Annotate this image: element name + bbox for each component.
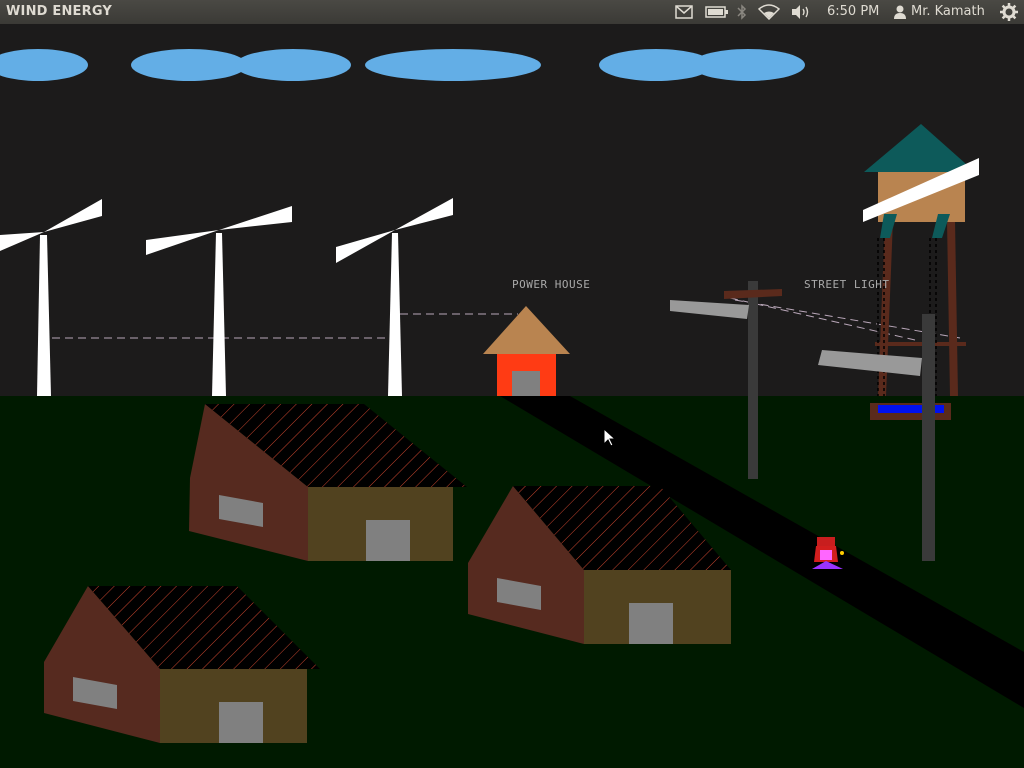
- battery-icon[interactable]: [704, 0, 730, 24]
- wifi-icon[interactable]: [757, 0, 781, 24]
- user-icon[interactable]: [892, 0, 908, 24]
- cloud: [691, 49, 805, 81]
- clock-label[interactable]: 6:50 PM: [827, 4, 879, 19]
- power-house-label: POWER HOUSE: [512, 278, 591, 291]
- bluetooth-icon[interactable]: [734, 0, 750, 24]
- mail-icon[interactable]: [673, 0, 695, 24]
- cloud: [365, 49, 541, 81]
- user-name-label[interactable]: Mr. Kamath: [911, 4, 985, 19]
- wind-energy-scene: [0, 24, 1024, 768]
- top-panel: WIND ENERGY 6:50 PM Mr. Kamath: [0, 0, 1024, 24]
- cloud: [131, 49, 247, 81]
- volume-icon[interactable]: [789, 0, 813, 24]
- gear-icon[interactable]: [999, 0, 1019, 24]
- window-title: WIND ENERGY: [6, 4, 113, 19]
- street-light-label: STREET LIGHT: [804, 278, 890, 291]
- cloud: [235, 49, 351, 81]
